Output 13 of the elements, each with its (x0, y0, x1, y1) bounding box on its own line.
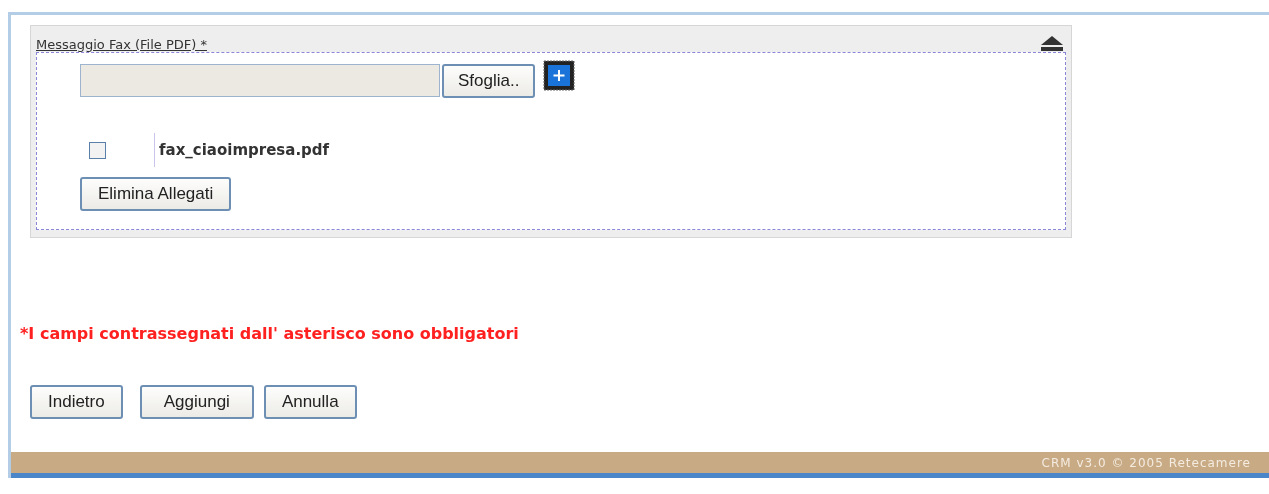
action-button[interactable]: Annulla (263, 385, 357, 419)
action-button[interactable]: Aggiungi (139, 385, 254, 419)
collapse-icon[interactable] (1040, 34, 1064, 52)
action-button[interactable]: Indietro (30, 385, 123, 419)
file-name: fax_ciaoimpresa.pdf (159, 141, 330, 159)
required-note: *I campi contrassegnati dall' asterisco sono obbligatori (20, 324, 520, 343)
add-icon[interactable] (543, 60, 576, 91)
checkbox[interactable] (89, 141, 106, 159)
panel-title: Messaggio Fax (File PDF) * (36, 37, 207, 52)
delete-button[interactable]: Elimina Allegati (80, 177, 232, 211)
browse-button[interactable]: Sfoglia.. (442, 64, 536, 98)
file-input-field[interactable] (80, 64, 440, 97)
copyright-text: CRM v3.0 © 2005 Retecamere (1041, 455, 1251, 470)
